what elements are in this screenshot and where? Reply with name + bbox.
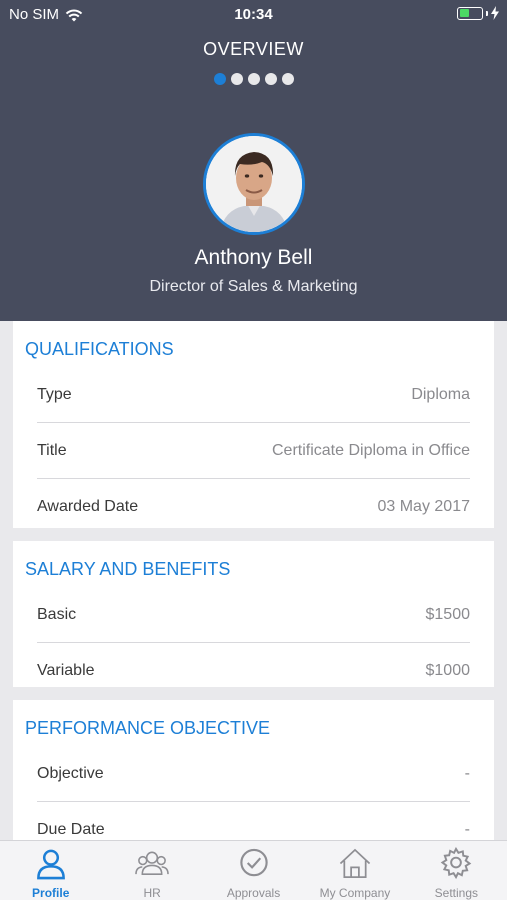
tab-approvals[interactable]: Approvals <box>203 841 304 900</box>
row-value: 03 May 2017 <box>377 498 470 515</box>
row-value: - <box>464 821 470 838</box>
row-label: Due Date <box>37 821 105 838</box>
battery-icon <box>457 6 483 20</box>
objective-row: Objective - <box>37 746 470 802</box>
tab-label: HR <box>143 886 161 900</box>
charging-icon <box>491 6 499 20</box>
row-label: Variable <box>37 662 95 679</box>
awarded-date-row: Awarded Date 03 May 2017 <box>37 479 470 535</box>
page-dot-5[interactable] <box>281 73 294 85</box>
tab-label: Approvals <box>226 886 281 900</box>
clock: 10:34 <box>234 6 273 23</box>
profile-role: Director of Sales & Marketing <box>149 278 358 295</box>
row-label: Basic <box>37 605 77 623</box>
page-title: OVERVIEW <box>203 39 304 59</box>
row-value: Certificate Diploma in Office <box>272 441 470 459</box>
section-title: QUALIFICATIONS <box>25 339 174 359</box>
basic-salary-row: Basic $1500 <box>37 587 470 643</box>
avatar[interactable] <box>203 133 305 235</box>
row-label: Objective <box>37 764 104 782</box>
person-icon <box>36 849 65 880</box>
tab-profile[interactable]: Profile <box>0 841 101 900</box>
row-value: Diploma <box>411 385 470 403</box>
tab-label: Profile <box>32 886 70 900</box>
row-label: Type <box>37 385 72 403</box>
tab-bar: Profile HR Approvals My Company Settings <box>0 840 507 900</box>
row-value: $1000 <box>425 662 471 679</box>
home-icon <box>339 848 371 878</box>
profile-header: No SIM 10:34 OVERVIEW Anthony Bell Direc… <box>0 0 507 321</box>
row-label: Title <box>37 441 67 459</box>
row-value: - <box>464 764 470 782</box>
check-circle-icon <box>239 848 268 877</box>
avatar-portrait <box>206 136 302 232</box>
tab-my-company[interactable]: My Company <box>304 841 405 900</box>
row-value: $1500 <box>425 605 471 623</box>
tab-label: My Company <box>319 886 391 900</box>
page-dot-1[interactable] <box>213 73 226 85</box>
section-title: SALARY AND BENEFITS <box>25 559 231 579</box>
tab-settings[interactable]: Settings <box>406 841 507 900</box>
row-label: Awarded Date <box>37 498 139 515</box>
page-dot-2[interactable] <box>230 73 243 85</box>
status-bar: No SIM 10:34 <box>0 0 507 28</box>
battery-indicator <box>457 6 499 20</box>
tab-hr[interactable]: HR <box>101 841 202 900</box>
qualification-title-row: Title Certificate Diploma in Office <box>37 423 470 479</box>
section-title: PERFORMANCE OBJECTIVE <box>25 718 271 738</box>
page-dot-3[interactable] <box>247 73 260 85</box>
page-indicator[interactable] <box>0 73 507 85</box>
group-icon <box>135 851 169 875</box>
qualification-type-row: Type Diploma <box>37 367 470 423</box>
performance-card: PERFORMANCE OBJECTIVE Objective - Due Da… <box>13 700 494 840</box>
qualifications-card: QUALIFICATIONS Type Diploma Title Certif… <box>13 321 494 528</box>
profile-name: Anthony Bell <box>194 246 313 269</box>
page-dot-4[interactable] <box>264 73 277 85</box>
variable-salary-row: Variable $1000 <box>37 643 470 699</box>
tab-label: Settings <box>434 886 478 900</box>
gear-icon <box>441 847 472 880</box>
salary-card: SALARY AND BENEFITS Basic $1500 Variable… <box>13 541 494 687</box>
